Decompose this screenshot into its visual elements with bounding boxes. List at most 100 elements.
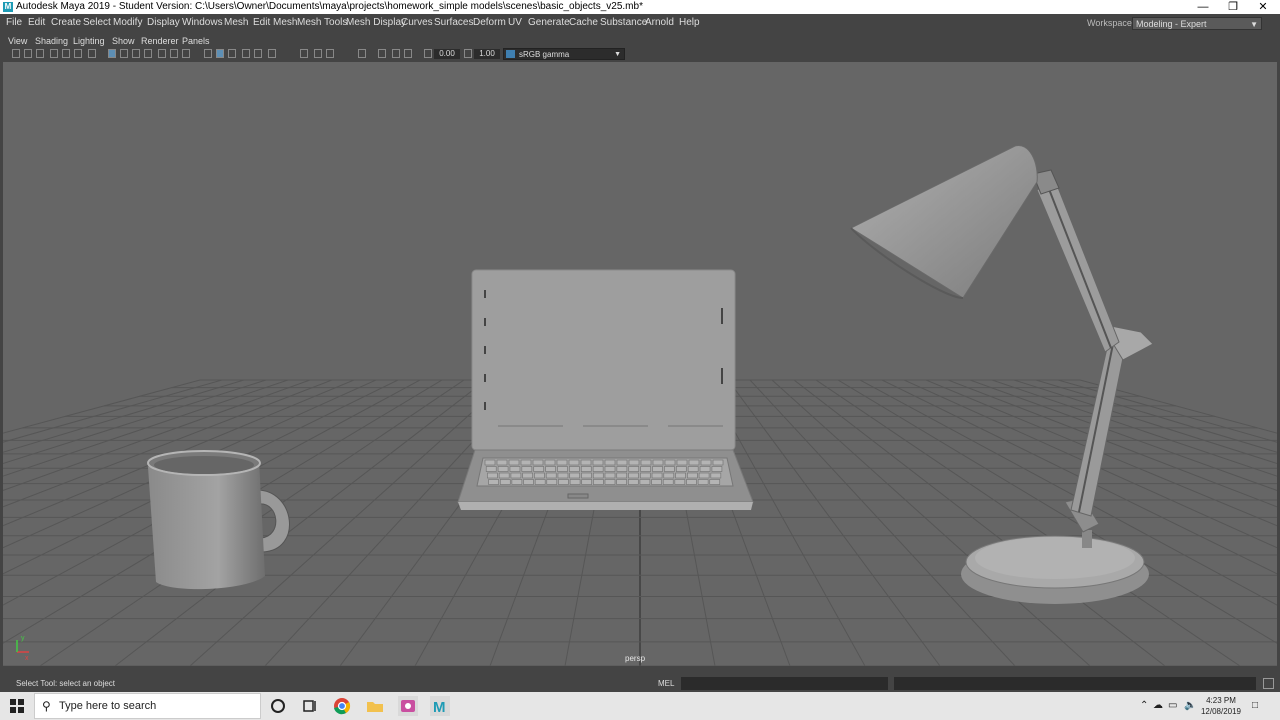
command-line-input[interactable] [681, 677, 888, 690]
resolution-gate-icon[interactable] [88, 49, 96, 58]
help-line: Select Tool: select an object [16, 679, 116, 688]
file-explorer-icon[interactable] [365, 696, 385, 716]
panel-menu-lighting[interactable]: Lighting [73, 36, 105, 46]
network-icon[interactable]: ▭ [1168, 700, 1177, 711]
laptop-model[interactable] [457, 269, 754, 510]
perspective-viewport[interactable]: y x persp [3, 62, 1277, 666]
menu-deform[interactable]: Deform [473, 15, 506, 31]
minimize-icon[interactable]: — [1188, 0, 1218, 14]
chrome-icon[interactable] [332, 696, 352, 716]
menu-arnold[interactable]: Arnold [645, 15, 674, 31]
exposure-reset-icon[interactable] [424, 49, 432, 58]
menu-select[interactable]: Select [83, 15, 111, 31]
exposure-icon[interactable] [378, 49, 386, 58]
panel-toolbar: 0.00 1.00 [0, 47, 1280, 61]
panel-menu-show[interactable]: Show [112, 36, 135, 46]
notifications-icon[interactable]: □ [1252, 700, 1258, 711]
sphere-icon[interactable] [300, 49, 308, 58]
chevron-up-icon[interactable]: ⌃ [1140, 700, 1148, 711]
xray-icon[interactable] [182, 49, 190, 58]
onedrive-icon[interactable]: ☁ [1153, 700, 1163, 711]
gamma-reset-icon[interactable] [464, 49, 472, 58]
bookmark-icon[interactable] [36, 49, 44, 58]
exposure-field[interactable]: 0.00 [434, 49, 460, 59]
maya-icon[interactable]: M [430, 696, 450, 716]
color-space-value: sRGB gamma [519, 50, 570, 59]
isolate-select-icon[interactable] [204, 49, 212, 58]
menu-display[interactable]: Display [147, 15, 180, 31]
menu-edit[interactable]: Edit [28, 15, 45, 31]
depth-of-field-icon[interactable] [268, 49, 276, 58]
lights-icon[interactable] [158, 49, 166, 58]
chevron-down-icon: ▼ [1250, 20, 1258, 29]
taskbar-search[interactable]: ⚲ Type here to search [34, 693, 261, 719]
mug-model[interactable] [147, 450, 290, 590]
title-bar: M Autodesk Maya 2019 - Student Version: … [0, 0, 1280, 14]
menu-curves[interactable]: Curves [401, 15, 433, 31]
hud-icon[interactable] [358, 49, 366, 58]
menu-mesh-tools[interactable]: Mesh Tools [297, 15, 347, 31]
axis-y-label: y [21, 635, 25, 642]
menu-uv[interactable]: UV [508, 15, 522, 31]
menu-generate[interactable]: Generate [528, 15, 570, 31]
menu-help[interactable]: Help [679, 15, 700, 31]
menu-mesh[interactable]: Mesh [224, 15, 248, 31]
menu-edit-mesh[interactable]: Edit Mesh [253, 15, 297, 31]
workspace-select[interactable]: Modeling - Expert ▼ [1132, 17, 1262, 30]
gamma-field[interactable]: 1.00 [474, 49, 500, 59]
snipping-icon[interactable] [398, 696, 418, 716]
textured-icon[interactable] [144, 49, 152, 58]
xray-joints-icon[interactable] [216, 49, 224, 58]
color-management-toggle-icon[interactable] [506, 50, 515, 58]
workspace-label: Workspace : [1087, 18, 1137, 28]
script-editor-icon[interactable] [1263, 678, 1274, 689]
cortana-icon[interactable] [268, 696, 288, 716]
axis-gizmo: y x [16, 635, 29, 662]
sphere-shaded-icon[interactable] [326, 49, 334, 58]
grid-toggle-icon[interactable] [62, 49, 70, 58]
smooth-shade-icon[interactable] [120, 49, 128, 58]
volume-icon[interactable]: 🔈 [1184, 700, 1196, 711]
panel-menu-shading[interactable]: Shading [35, 36, 68, 46]
viewport-canvas[interactable]: y x persp [3, 62, 1277, 666]
menu-substance[interactable]: Substance [600, 15, 647, 31]
panel-menu-view[interactable]: View [8, 36, 27, 46]
restore-icon[interactable]: ❐ [1218, 0, 1248, 14]
wireframe-on-shaded-icon[interactable] [132, 49, 140, 58]
menu-modify[interactable]: Modify [113, 15, 142, 31]
motion-blur-icon[interactable] [242, 49, 250, 58]
shadows-icon[interactable] [170, 49, 178, 58]
menu-windows[interactable]: Windows [182, 15, 223, 31]
workspace-value: Modeling - Expert [1136, 19, 1207, 29]
image-plane-icon[interactable] [50, 49, 58, 58]
menu-mesh-display[interactable]: Mesh Display [346, 15, 406, 31]
panel-menu-panels[interactable]: Panels [182, 36, 210, 46]
gamma-icon[interactable] [392, 49, 400, 58]
taskbar-clock[interactable]: 4:23 PM 12/08/2019 [1197, 695, 1245, 717]
camera-attributes-icon[interactable] [24, 49, 32, 58]
clock-date: 12/08/2019 [1200, 707, 1242, 716]
select-camera-icon[interactable] [12, 49, 20, 58]
menu-surfaces[interactable]: Surfaces [434, 15, 473, 31]
windows-start-icon[interactable] [10, 699, 24, 713]
menu-create[interactable]: Create [51, 15, 81, 31]
status-bar: Select Tool: select an object MEL [0, 675, 1280, 692]
windows-taskbar: ⚲ Type here to search M ⌃ ☁ ▭ 🔈 4:23 PM … [0, 692, 1280, 720]
color-management-icon[interactable] [404, 49, 412, 58]
film-gate-icon[interactable] [74, 49, 82, 58]
ambient-occlusion-icon[interactable] [228, 49, 236, 58]
anti-aliasing-icon[interactable] [254, 49, 262, 58]
svg-text:M: M [433, 699, 446, 716]
close-icon[interactable]: ✕ [1248, 0, 1278, 14]
menu-cache[interactable]: Cache [569, 15, 598, 31]
command-type-label[interactable]: MEL [658, 679, 674, 688]
sphere-wire-icon[interactable] [314, 49, 322, 58]
window-title: Autodesk Maya 2019 - Student Version: C:… [16, 1, 643, 12]
task-view-icon[interactable] [300, 696, 320, 716]
command-result-field [894, 677, 1256, 690]
menu-file[interactable]: File [6, 15, 22, 31]
panel-menu-renderer[interactable]: Renderer [141, 36, 179, 46]
axis-x-label: x [25, 655, 29, 662]
wireframe-icon[interactable] [108, 49, 116, 58]
color-space-select[interactable]: sRGB gamma ▼ [503, 48, 625, 60]
